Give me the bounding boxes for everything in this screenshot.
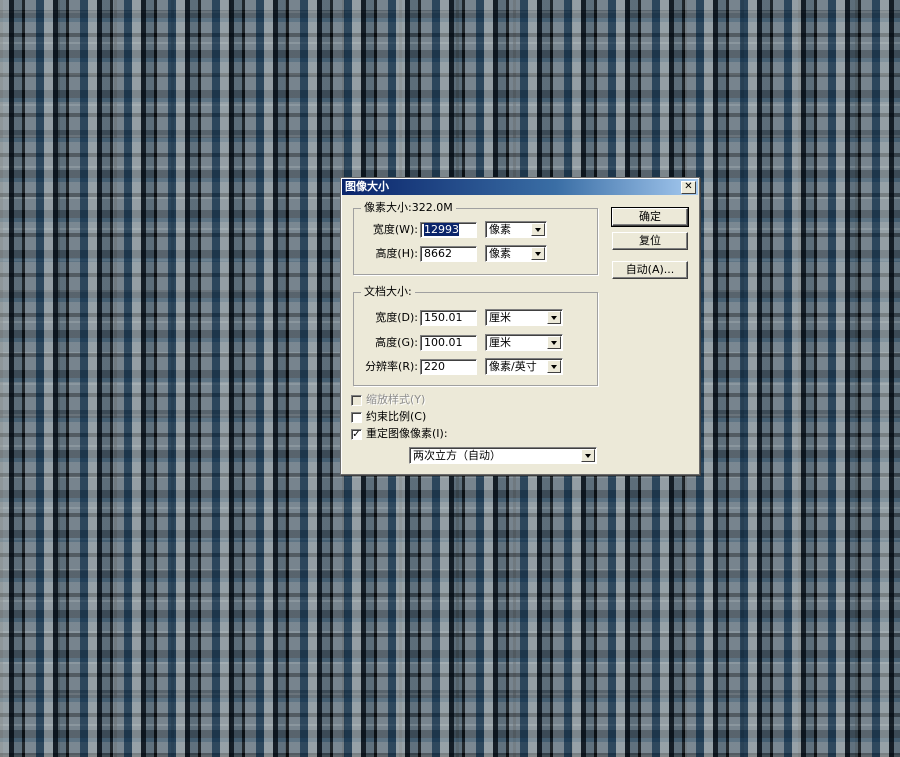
resolution-unit: 像素/英寸 (489, 360, 537, 373)
pixel-height-unit: 像素 (489, 247, 511, 260)
resample-checkbox[interactable]: ✓ (351, 429, 362, 440)
reset-button[interactable]: 复位 (612, 232, 688, 250)
image-size-dialog: 图像大小 ✕ 像素大小:322.0M 宽度(W): 12993 像素 高度(H)… (340, 177, 700, 475)
resolution-label: 分辨率(R): (365, 360, 418, 373)
dialog-title: 图像大小 (345, 180, 389, 193)
pixel-height-value: 8662 (424, 247, 452, 260)
checkmark-icon: ✓ (352, 429, 361, 440)
pixel-width-input[interactable]: 12993 (420, 222, 477, 238)
auto-button[interactable]: 自动(A)... (612, 261, 688, 279)
resample-method: 两次立方（自动） (413, 449, 501, 462)
doc-height-label: 高度(G): (375, 336, 418, 349)
doc-width-unit: 厘米 (489, 311, 511, 324)
resample-method-select[interactable]: 两次立方（自动） (409, 447, 597, 464)
chevron-down-icon[interactable] (547, 360, 561, 373)
document-size-group: 文档大小: 宽度(D): 150.01 厘米 高度(G): 100.01 厘米 … (353, 285, 598, 386)
pixel-width-label: 宽度(W): (372, 223, 418, 236)
resample-label[interactable]: 重定图像像素(I): (366, 427, 448, 441)
chevron-down-icon[interactable] (547, 311, 561, 324)
ok-button[interactable]: 确定 (611, 207, 689, 227)
constrain-proportions-checkbox[interactable] (351, 412, 362, 423)
chevron-down-icon[interactable] (531, 247, 545, 260)
resolution-unit-select[interactable]: 像素/英寸 (485, 358, 563, 375)
constrain-proportions-label[interactable]: 约束比例(C) (366, 410, 426, 424)
chevron-down-icon[interactable] (547, 336, 561, 349)
doc-width-value: 150.01 (424, 311, 463, 324)
doc-height-value: 100.01 (424, 336, 463, 349)
close-icon[interactable]: ✕ (681, 181, 696, 194)
chevron-down-icon[interactable] (581, 449, 595, 462)
pixel-width-unit-select[interactable]: 像素 (485, 221, 547, 238)
doc-height-input[interactable]: 100.01 (420, 335, 477, 351)
doc-width-input[interactable]: 150.01 (420, 310, 477, 326)
dialog-titlebar[interactable]: 图像大小 ✕ (342, 179, 698, 195)
doc-height-unit: 厘米 (489, 336, 511, 349)
pixel-width-value: 12993 (424, 223, 459, 236)
chevron-down-icon[interactable] (531, 223, 545, 236)
doc-width-unit-select[interactable]: 厘米 (485, 309, 563, 326)
pixel-dimensions-group: 像素大小:322.0M 宽度(W): 12993 像素 高度(H): 8662 … (353, 201, 598, 275)
resolution-value: 220 (424, 360, 445, 373)
pixel-height-label: 高度(H): (375, 247, 418, 260)
pixel-height-input[interactable]: 8662 (420, 246, 477, 262)
doc-height-unit-select[interactable]: 厘米 (485, 334, 563, 351)
pixel-dimensions-legend: 像素大小:322.0M (361, 201, 456, 215)
doc-width-label: 宽度(D): (375, 311, 418, 324)
pixel-width-unit: 像素 (489, 223, 511, 236)
document-size-legend: 文档大小: (361, 285, 415, 299)
pixel-height-unit-select[interactable]: 像素 (485, 245, 547, 262)
scale-styles-label: 缩放样式(Y) (366, 393, 426, 406)
scale-styles-checkbox[interactable] (351, 395, 362, 406)
resolution-input[interactable]: 220 (420, 359, 477, 375)
